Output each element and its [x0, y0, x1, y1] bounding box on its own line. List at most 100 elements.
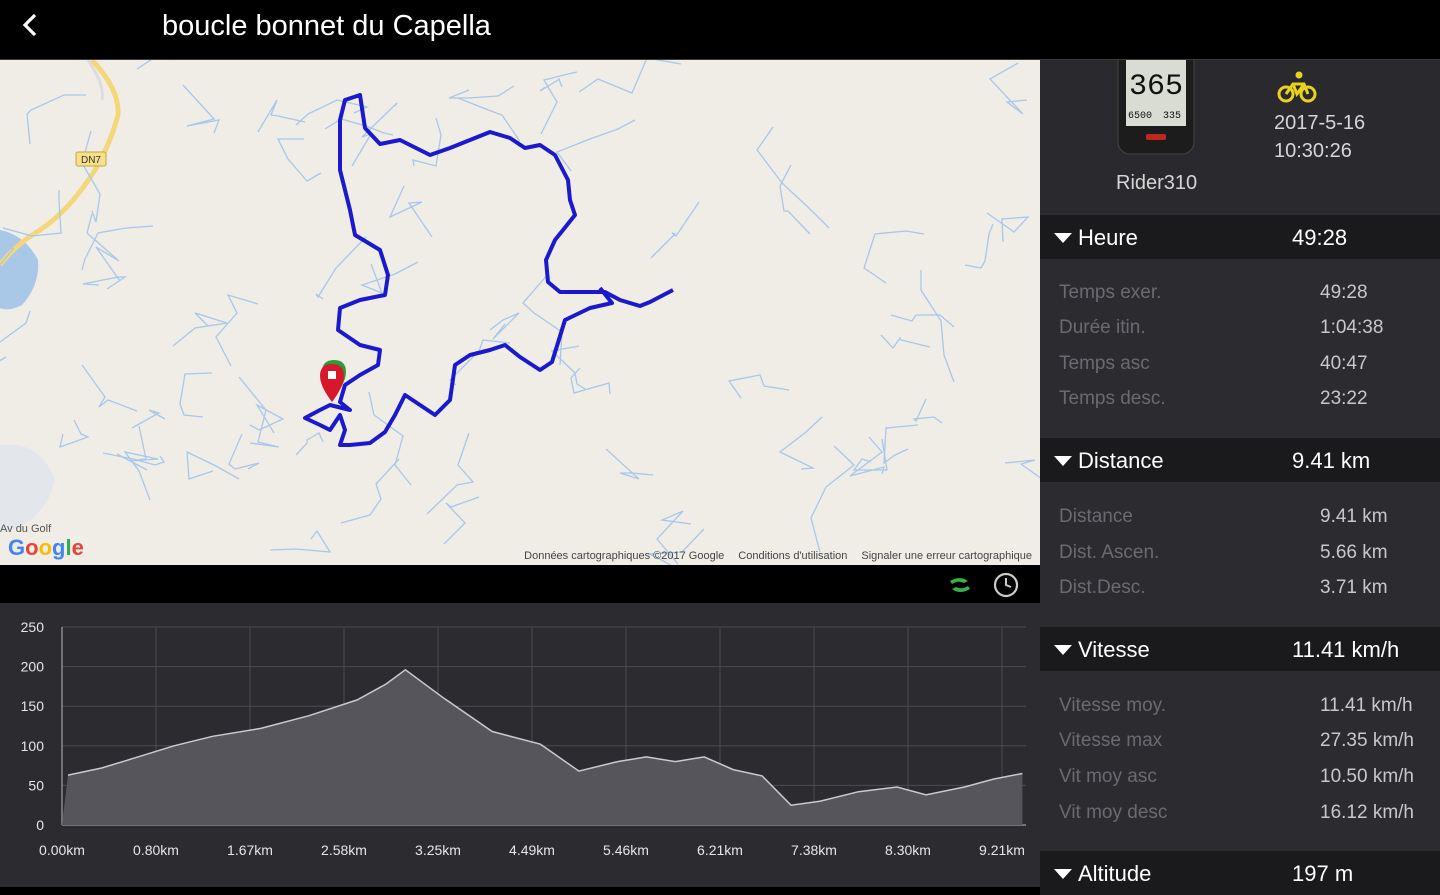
stream-line	[852, 438, 888, 471]
stream-line	[578, 60, 682, 94]
map-data-credit: Données cartographiques ©2017 Google	[524, 550, 725, 562]
google-logo: Google	[8, 535, 84, 560]
device-screen-value: 365	[1129, 70, 1183, 104]
stream-line	[964, 223, 994, 269]
stream-line	[0, 310, 31, 362]
clock-icon[interactable]	[992, 571, 1020, 599]
stat-value: 16.12 km/h	[1320, 802, 1414, 823]
stat-row: Temps exer. 49:28	[1040, 282, 1440, 312]
x-tick-label: 0.80km	[133, 842, 179, 858]
stream-line	[182, 84, 221, 134]
section-heure-label: Heure	[1078, 225, 1138, 250]
collapse-triangle-icon	[1054, 869, 1072, 879]
section-vitesse-label: Vitesse	[1078, 637, 1150, 662]
stream-line	[863, 230, 925, 284]
place-label: Av du Golf	[0, 523, 52, 535]
x-tick-label: 5.46km	[603, 842, 649, 858]
y-tick-label: 0	[36, 817, 44, 833]
stat-value: 40:47	[1320, 353, 1368, 374]
elevation-area	[62, 669, 1023, 825]
page-title: boucle bonnet du Capella	[162, 10, 491, 42]
stat-row: Temps desc. 23:22	[1040, 388, 1440, 418]
collapse-triangle-icon	[1054, 233, 1072, 243]
stream-line	[883, 424, 919, 465]
stat-value: 3.71 km	[1320, 577, 1388, 598]
y-tick-label: 50	[28, 777, 44, 793]
stat-row: Temps asc 40:47	[1040, 353, 1440, 383]
stream-line	[360, 261, 419, 295]
stream-line	[136, 60, 172, 70]
stat-label: Vitesse moy.	[1059, 695, 1167, 716]
stream-line	[215, 293, 259, 367]
stream-line	[555, 119, 636, 172]
stat-row: Vit moy desc 16.12 km/h	[1040, 802, 1440, 832]
x-tick-label: 3.25km	[415, 842, 461, 858]
section-heure-header[interactable]: Heure 49:28	[1040, 215, 1440, 259]
gps-device-icon: 365 6500 335	[1117, 60, 1195, 155]
stream-line	[81, 225, 154, 271]
stat-row: Vitesse max 27.35 km/h	[1040, 730, 1440, 760]
streams-layer	[0, 60, 1040, 565]
y-tick-label: 150	[21, 698, 45, 714]
activity-time: 10:30:26	[1274, 140, 1352, 162]
stream-line	[295, 99, 369, 126]
stream-line	[81, 364, 138, 412]
section-distance-header[interactable]: Distance 9.41 km	[1040, 438, 1440, 482]
x-tick-label: 4.49km	[509, 842, 555, 858]
collapse-triangle-icon	[1054, 456, 1072, 466]
stream-line	[650, 201, 700, 259]
y-tick-label: 200	[21, 659, 45, 675]
stream-line	[86, 213, 121, 282]
stream-line	[276, 138, 322, 182]
stream-line	[249, 403, 285, 434]
x-tick-label: 0.00km	[39, 842, 85, 858]
route-path	[303, 93, 674, 447]
stat-label: Temps exer.	[1059, 282, 1162, 303]
stat-row: Vit moy asc 10.50 km/h	[1040, 766, 1440, 796]
stat-value: 10.50 km/h	[1320, 766, 1414, 787]
stream-line	[257, 99, 306, 133]
stream-line	[2, 190, 62, 237]
stream-line	[810, 445, 855, 553]
stat-label: Temps asc	[1059, 353, 1150, 374]
elevation-chart[interactable]: 0 50 100 150 200 250 0.00km 0.80km 1.67km 2.58km 3…	[0, 603, 1040, 887]
stream-line	[448, 85, 515, 99]
stat-row: Dist.Desc. 3.71 km	[1040, 577, 1440, 607]
stream-line	[340, 458, 400, 524]
stream-line	[388, 185, 433, 238]
x-tick-label: 6.21km	[697, 842, 743, 858]
terms-link[interactable]: Conditions d'utilisation	[738, 550, 847, 562]
stream-line	[880, 334, 931, 350]
section-distance-label: Distance	[1078, 448, 1164, 473]
stream-line	[269, 529, 332, 553]
stream-line	[59, 419, 90, 449]
stream-line	[986, 212, 1030, 243]
stat-row: Durée itin. 1:04:38	[1040, 317, 1440, 347]
stream-line	[324, 118, 394, 136]
device-screen-small-2: 335	[1163, 111, 1181, 122]
section-altitude-header[interactable]: Altitude 197 m	[1040, 851, 1440, 895]
stat-label: Vit moy desc	[1059, 802, 1168, 823]
stream-line	[489, 312, 520, 340]
section-altitude-label: Altitude	[1078, 861, 1152, 886]
map-canvas: DN7	[0, 60, 1040, 565]
stream-line	[238, 376, 280, 448]
road-shield-label: DN7	[81, 155, 101, 166]
stat-value: 5.66 km	[1320, 542, 1388, 563]
report-error-link[interactable]: Signaler une erreur cartographique	[861, 550, 1032, 562]
stat-label: Vit moy asc	[1059, 766, 1157, 787]
y-tick-label: 100	[21, 738, 45, 754]
map-credits: Données cartographiques ©2017 Google Cond…	[510, 550, 1032, 562]
y-tick-label: 250	[21, 619, 45, 635]
stream-line	[988, 62, 1028, 115]
stream-line	[540, 71, 578, 135]
route-map[interactable]: DN7 Av du Golf Google Données cartograph…	[0, 60, 1040, 565]
stream-line	[890, 314, 955, 328]
back-arrow-icon[interactable]	[16, 10, 46, 40]
speed-mode-icon[interactable]	[946, 571, 974, 599]
stat-label: Durée itin.	[1059, 317, 1146, 338]
stream-line	[539, 77, 563, 92]
top-bar: boucle bonnet du Capella	[0, 0, 1440, 60]
section-vitesse-header[interactable]: Vitesse 11.41 km/h	[1040, 627, 1440, 671]
stream-line	[116, 425, 148, 471]
